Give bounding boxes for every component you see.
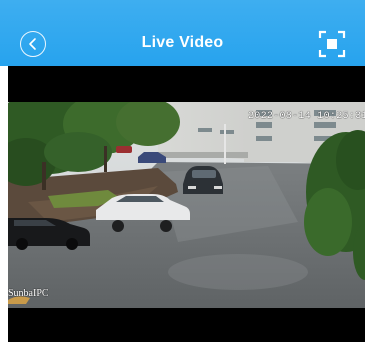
- timestamp-overlay: 2022-08-14 10:25:31: [248, 111, 365, 122]
- camera-scene: [8, 102, 365, 308]
- navigation-bar: Live Video: [0, 0, 365, 66]
- video-player[interactable]: 2022-08-14 10:25:31 SunbaIPC: [8, 66, 365, 342]
- live-video-screen: Live Video 2022-08-14 10:25:31 SunbaIPC: [0, 0, 365, 342]
- camera-name-overlay: SunbaIPC: [8, 288, 49, 299]
- fullscreen-icon: [318, 30, 346, 58]
- live-video-frame: 2022-08-14 10:25:31 SunbaIPC: [8, 102, 365, 308]
- fullscreen-button[interactable]: [318, 30, 346, 58]
- page-title: Live Video: [141, 34, 224, 51]
